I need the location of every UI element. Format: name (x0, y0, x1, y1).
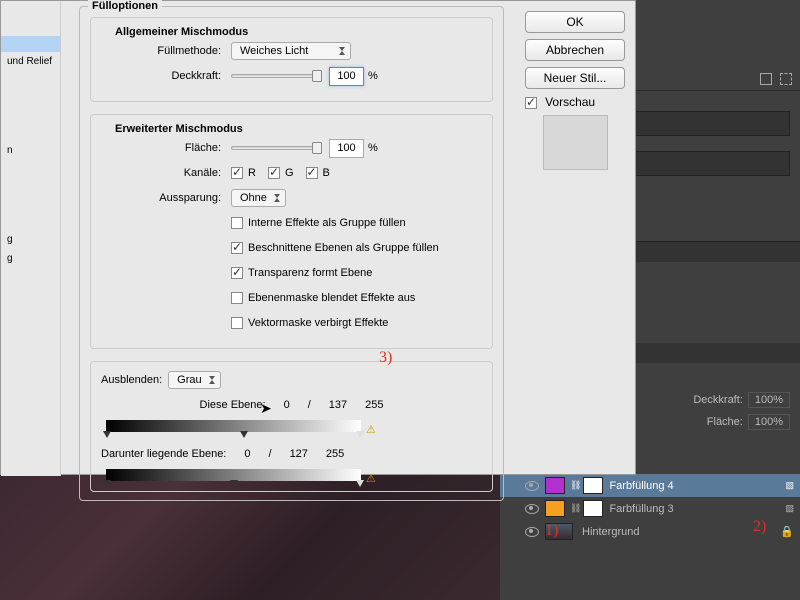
annotation-3: 3) (379, 349, 392, 367)
warning-icon: ⚠ (366, 472, 376, 482)
preview-label: Vorschau (545, 95, 595, 109)
subgroup-title: Allgemeiner Mischmodus (111, 26, 252, 38)
subgroup-title: Erweiterter Mischmodus (111, 123, 247, 135)
slider-handle-white[interactable] (356, 431, 364, 438)
preview-checkbox[interactable] (525, 97, 537, 109)
preview-swatch (543, 115, 608, 170)
cb-vector-mask[interactable] (231, 317, 243, 329)
under-layer-gradient[interactable]: ⚠ (106, 469, 361, 481)
advanced-blend-group: Erweiterter Mischmodus Fläche: % Kanäle:… (90, 114, 493, 349)
layer-farbfullung-3[interactable]: ⛓ Farbfüllung 3 ▧ (500, 497, 800, 520)
icon-b[interactable] (780, 73, 792, 85)
opacity-value[interactable]: 100% (748, 392, 790, 408)
blendif-label: Ausblenden: (101, 374, 162, 386)
slider-handle-mid[interactable] (230, 480, 238, 487)
opacity-label: Deckkraft: (101, 70, 231, 82)
group-title: Fülloptionen (88, 0, 162, 12)
fill-label: Fläche: (707, 416, 743, 428)
slider-handle-mid[interactable] (240, 431, 248, 438)
channel-b-checkbox[interactable] (306, 167, 318, 179)
channels-label: Kanäle: (101, 167, 231, 179)
sidebar-item[interactable]: g (1, 249, 60, 268)
ok-button[interactable]: OK (525, 11, 625, 33)
visibility-icon[interactable] (525, 480, 537, 492)
opacity-label: Deckkraft: (693, 394, 743, 406)
sidebar-item[interactable]: n (1, 141, 60, 160)
percent-label: % (368, 142, 378, 154)
this-layer-label: Diese Ebene: (200, 399, 266, 411)
layer-thumbnail[interactable] (545, 500, 565, 517)
cb-clipped-layers[interactable] (231, 242, 243, 254)
under-layer-label: Darunter liegende Ebene: (101, 448, 226, 460)
blendif-select[interactable]: Grau (168, 371, 220, 389)
annotation-1: 1) (545, 522, 558, 540)
layer-farbfullung-4[interactable]: ⛓ Farbfüllung 4 ▧ (500, 474, 800, 497)
warning-icon: ⚠ (366, 423, 376, 433)
general-blend-group: Allgemeiner Mischmodus Füllmethode: Weic… (90, 17, 493, 102)
fill-slider[interactable] (231, 146, 321, 150)
sidebar-item-selected[interactable] (1, 36, 60, 52)
knockout-select[interactable]: Ohne (231, 189, 286, 207)
slider-handle-white[interactable] (356, 480, 364, 487)
blending-options-group: Fülloptionen Allgemeiner Mischmodus Füll… (79, 6, 504, 501)
layer-mask[interactable] (583, 477, 603, 494)
fill-input[interactable] (329, 139, 364, 158)
new-style-button[interactable]: Neuer Stil... (525, 67, 625, 89)
fx-icon[interactable]: ▧ (785, 480, 794, 491)
cancel-button[interactable]: Abbrechen (525, 39, 625, 61)
cb-layer-mask[interactable] (231, 292, 243, 304)
layer-mask[interactable] (583, 500, 603, 517)
visibility-icon[interactable] (525, 503, 537, 515)
fill-value[interactable]: 100% (748, 414, 790, 430)
visibility-icon[interactable] (525, 526, 537, 538)
sidebar-item[interactable]: und Relief (1, 52, 60, 71)
slider-handle-black[interactable] (103, 431, 111, 438)
sidebar-item[interactable]: g (1, 230, 60, 249)
icon-a[interactable] (760, 73, 772, 85)
opacity-input[interactable] (329, 67, 364, 86)
cb-internal-effects[interactable] (231, 217, 243, 229)
channel-g-checkbox[interactable] (268, 167, 280, 179)
cb-transparency[interactable] (231, 267, 243, 279)
fx-icon[interactable]: ▧ (785, 503, 794, 514)
dialog-sidebar: und Relief n g g (1, 1, 61, 476)
channel-r-checkbox[interactable] (231, 167, 243, 179)
link-icon[interactable]: ⛓ (570, 503, 581, 514)
link-icon[interactable]: ⛓ (570, 480, 581, 491)
layer-thumbnail[interactable] (545, 477, 565, 494)
annotation-2: 2) (753, 518, 766, 536)
percent-label: % (368, 70, 378, 82)
opacity-slider[interactable] (231, 74, 321, 78)
this-layer-gradient[interactable]: ⚠ (106, 420, 361, 432)
lock-icon: 🔒 (780, 525, 794, 538)
slider-handle-black[interactable] (103, 480, 111, 487)
knockout-label: Aussparung: (101, 192, 231, 204)
layer-style-dialog: und Relief n g g Fülloptionen Allgemeine… (0, 0, 636, 475)
fill-label: Fläche: (101, 142, 231, 154)
blend-mode-select[interactable]: Weiches Licht (231, 42, 351, 60)
blend-mode-label: Füllmethode: (101, 45, 231, 57)
blend-if-group: Ausblenden: Grau Diese Ebene: 0 / 137 25… (90, 361, 493, 492)
